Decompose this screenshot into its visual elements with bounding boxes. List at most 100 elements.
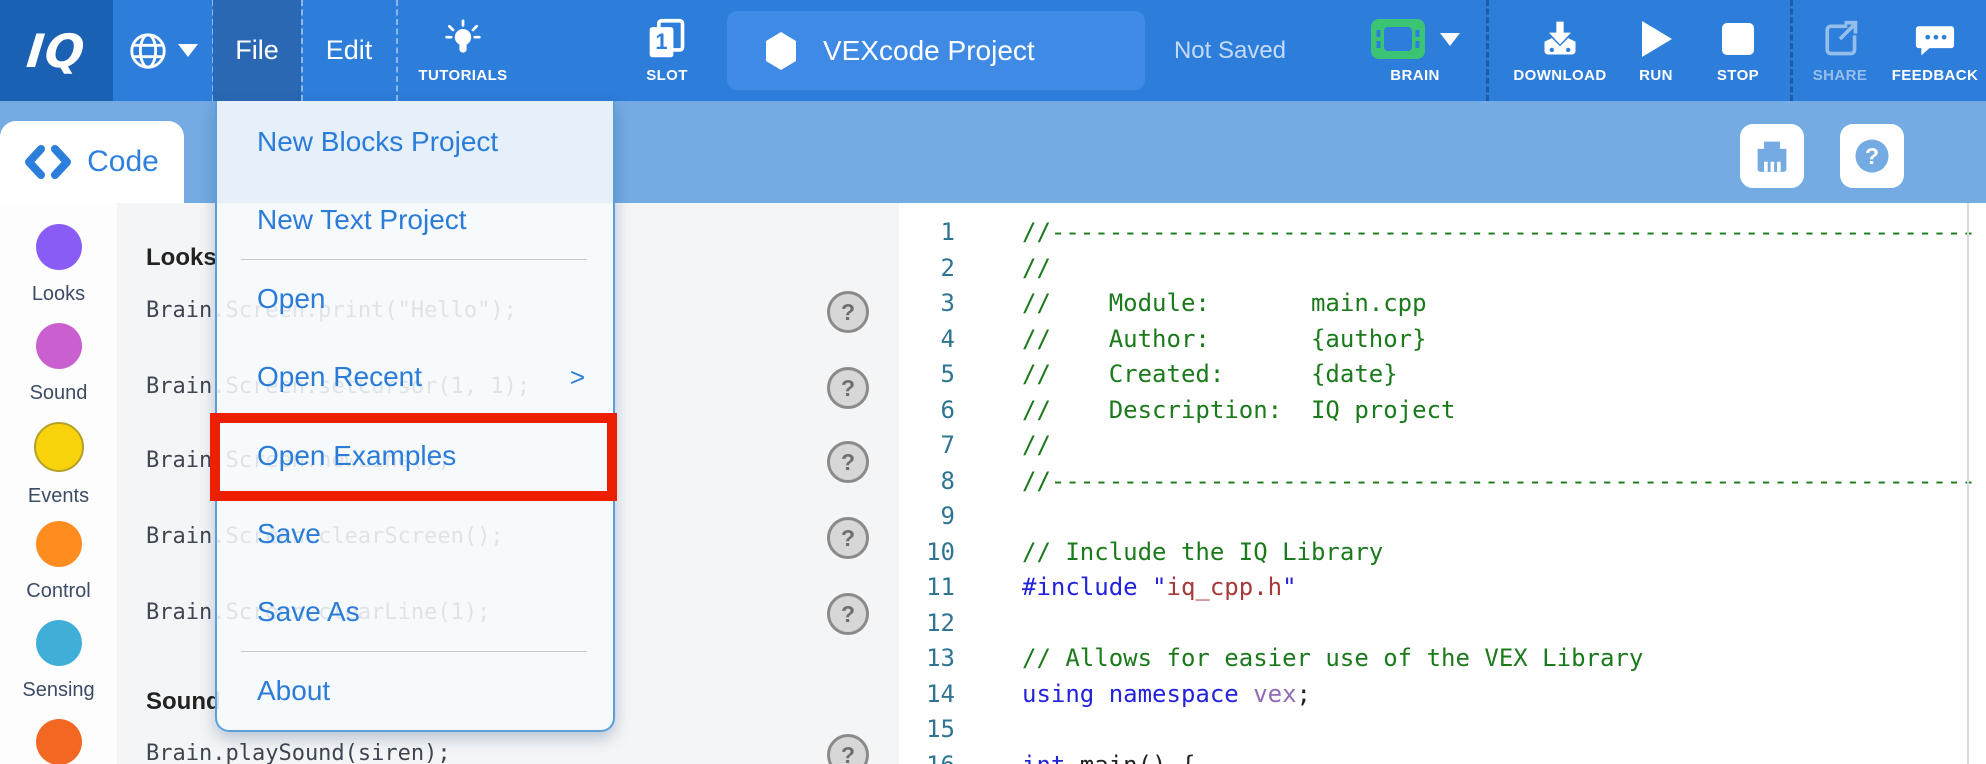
project-name: VEXcode Project xyxy=(823,35,1035,67)
command-snippet[interactable]: Brain.playSound(siren); xyxy=(146,741,451,764)
panel-section-header-sound: Sound xyxy=(146,688,221,716)
line-code: //--------------------------------------… xyxy=(1022,463,1976,499)
help-button[interactable]: ? xyxy=(1840,124,1904,188)
divider xyxy=(1790,0,1793,101)
editor-scrollbar-track[interactable] xyxy=(1967,203,1969,764)
snippet-help-button[interactable]: ? xyxy=(827,517,869,559)
category-color-icon xyxy=(36,224,82,270)
snippet-help-button[interactable]: ? xyxy=(827,734,869,764)
play-icon xyxy=(1638,17,1674,61)
block-category-sidebar: Looks Sound Events Control Sensing xyxy=(0,203,117,764)
editor-line-14: 14 using namespace vex; xyxy=(899,676,1986,712)
line-code: // Author: {author} xyxy=(1022,321,1427,357)
slot-button[interactable]: 1 SLOT xyxy=(622,0,712,101)
line-code: // Created: {date} xyxy=(1022,356,1398,392)
editor-line-13: 13// Allows for easier use of the VEX Li… xyxy=(899,640,1986,676)
file-menu-dropdown: New Blocks ProjectNew Text Project Open Op… xyxy=(215,101,615,732)
palette-category-bottom[interactable] xyxy=(0,719,117,764)
globe-icon xyxy=(127,30,169,72)
line-code: #include "iq_cpp.h" xyxy=(1022,569,1297,605)
stop-label: STOP xyxy=(1717,67,1759,84)
brain-button[interactable]: BRAIN xyxy=(1355,0,1475,101)
file-menu-item-save-as[interactable]: Save As xyxy=(217,573,613,651)
file-menu-item-about[interactable]: About xyxy=(217,652,613,730)
file-menu-item-label: About xyxy=(257,675,330,707)
editor-line-2: 2// xyxy=(899,250,1986,286)
stop-button[interactable]: STOP xyxy=(1702,0,1774,101)
divider xyxy=(396,0,398,101)
download-icon xyxy=(1539,17,1581,61)
category-label: Sensing xyxy=(22,679,94,702)
hexagon-icon xyxy=(765,32,797,70)
slot-icon: 1 xyxy=(646,17,688,61)
file-menu-item-open[interactable]: Open xyxy=(217,260,613,338)
snippet-help-button[interactable]: ? xyxy=(827,291,869,333)
file-menu-item-open-recent[interactable]: Open Recent > xyxy=(217,338,613,416)
brain-device-icon xyxy=(1749,133,1795,179)
editor-line-3: 3// Module: main.cpp xyxy=(899,285,1986,321)
file-menu-item-open-examples[interactable]: Open Examples xyxy=(217,417,613,495)
download-button[interactable]: DOWNLOAD xyxy=(1498,0,1622,101)
line-code: // xyxy=(1022,250,1051,286)
palette-category-control[interactable]: Control xyxy=(0,521,117,603)
file-menu-item-label: Save As xyxy=(257,596,360,628)
project-name-button[interactable]: VEXcode Project xyxy=(727,11,1145,90)
file-menu-item-new-blocks-project[interactable]: New Blocks Project xyxy=(217,103,613,181)
category-label: Sound xyxy=(30,382,88,405)
tutorials-button[interactable]: TUTORIALS xyxy=(403,0,523,101)
editor-line-7: 7 // xyxy=(899,427,1986,463)
file-menu-item-label: Open xyxy=(257,283,326,315)
line-number: 14 xyxy=(899,676,955,712)
line-number: 11 xyxy=(899,569,955,605)
share-button[interactable]: SHARE xyxy=(1800,0,1880,101)
share-icon xyxy=(1820,17,1860,61)
editor-line-15: 15 xyxy=(899,711,1986,747)
language-menu-button[interactable] xyxy=(113,0,212,101)
code-editor[interactable]: 1 //-------------------------------------… xyxy=(899,203,1986,764)
palette-category-events[interactable]: Events xyxy=(0,422,117,508)
svg-text:?: ? xyxy=(1865,143,1879,169)
snippet-help-button[interactable]: ? xyxy=(827,593,869,635)
line-number: 3 xyxy=(899,285,955,321)
menu-file[interactable]: File xyxy=(213,0,301,101)
tab-code[interactable]: Code xyxy=(0,121,184,203)
editor-line-4: 4// Author: {author} xyxy=(899,321,1986,357)
line-number: 1 xyxy=(899,214,955,250)
line-code: int main() { xyxy=(1022,747,1195,764)
lightbulb-icon xyxy=(443,17,483,61)
stop-icon xyxy=(1720,17,1756,61)
palette-category-looks[interactable]: Looks xyxy=(0,224,117,306)
file-menu-item-save[interactable]: Save xyxy=(217,495,613,573)
editor-line-16: 16int main() { xyxy=(899,747,1986,764)
snippet-help-button[interactable]: ? xyxy=(827,441,869,483)
device-info-button[interactable] xyxy=(1740,124,1804,188)
brain-label: BRAIN xyxy=(1390,67,1440,84)
category-color-icon xyxy=(36,521,82,567)
panel-section-header-looks: Looks xyxy=(146,244,217,272)
file-menu-item-label: Open Examples xyxy=(257,440,456,472)
line-code: using namespace vex; xyxy=(1022,676,1311,712)
svg-text:1: 1 xyxy=(655,29,667,54)
line-number: 7 xyxy=(899,427,955,463)
tutorials-label: TUTORIALS xyxy=(418,67,507,84)
feedback-button[interactable]: FEEDBACK xyxy=(1884,0,1986,101)
file-menu-item-new-text-project[interactable]: New Text Project xyxy=(217,181,613,259)
category-color-icon xyxy=(36,620,82,666)
menu-edit[interactable]: Edit xyxy=(302,0,396,101)
file-menu-item-label: Open Recent xyxy=(257,361,422,393)
line-code: // xyxy=(1022,427,1051,463)
palette-category-sound[interactable]: Sound xyxy=(0,323,117,405)
menu-file-label: File xyxy=(235,35,279,66)
snippet-help-button[interactable]: ? xyxy=(827,367,869,409)
category-label: Control xyxy=(26,580,90,603)
palette-category-sensing[interactable]: Sensing xyxy=(0,620,117,702)
editor-line-12: 12 xyxy=(899,605,1986,641)
menu-edit-label: Edit xyxy=(326,35,373,66)
run-button[interactable]: RUN xyxy=(1626,0,1686,101)
chevron-down-icon xyxy=(1440,33,1460,46)
iq-brand-tile: IQ xyxy=(0,0,113,101)
submenu-arrow-icon: > xyxy=(570,362,585,393)
slot-label: SLOT xyxy=(646,67,688,84)
question-mark-icon: ? xyxy=(1849,133,1895,179)
line-number: 15 xyxy=(899,711,955,747)
